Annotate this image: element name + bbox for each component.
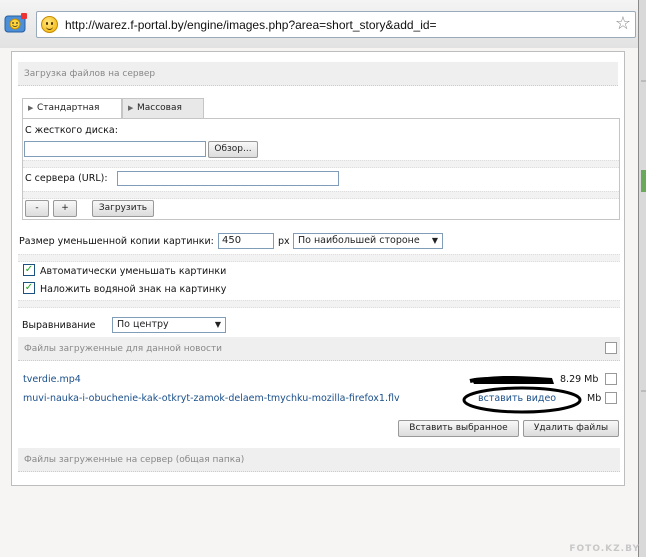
upload-tabs: ▶ Стандартная ▶ Массовая xyxy=(22,98,622,120)
browser-window: http://warez.f-portal.by/engine/images.p… xyxy=(0,0,639,557)
file-link[interactable]: tverdie.mp4 xyxy=(23,374,81,385)
divider xyxy=(18,254,620,262)
align-value: По центру xyxy=(117,319,169,330)
server-files-header: Файлы загруженные на сервер (общая папка… xyxy=(18,448,620,472)
watermark-label: Наложить водяной знак на картинку xyxy=(40,284,227,295)
watermark-checkbox[interactable]: ✓ xyxy=(23,282,35,294)
tab-arrow-icon: ▶ xyxy=(128,104,134,112)
insert-selected-button[interactable]: Вставить выбранное xyxy=(398,420,519,437)
thumb-side-value: По наибольшей стороне xyxy=(298,235,420,246)
files-header: Файлы загруженные для данной новости xyxy=(18,337,620,361)
align-select[interactable]: По центру ▼ xyxy=(112,317,226,333)
tab-standard[interactable]: ▶ Стандартная xyxy=(22,98,122,119)
upload-button[interactable]: Загрузить xyxy=(92,200,154,217)
thumb-unit: px xyxy=(278,236,290,247)
tab-mass[interactable]: ▶ Массовая xyxy=(122,98,204,118)
align-label: Выравнивание xyxy=(22,320,96,331)
minus-button[interactable]: - xyxy=(25,200,49,217)
auto-resize-checkbox[interactable]: ✓ xyxy=(23,264,35,276)
from-disk-label: С жесткого диска: xyxy=(25,125,118,136)
upload-header: Загрузка файлов на сервер xyxy=(18,62,618,86)
address-toolbar: http://warez.f-portal.by/engine/images.p… xyxy=(0,0,638,48)
site-favicon-icon xyxy=(4,13,27,33)
dropdown-arrow-icon: ▼ xyxy=(214,320,221,329)
from-server-label: С сервера (URL): xyxy=(25,173,108,184)
plus-button[interactable]: + xyxy=(53,200,77,217)
divider xyxy=(23,160,619,168)
file-input[interactable] xyxy=(24,141,206,157)
select-all-checkbox[interactable] xyxy=(605,342,617,354)
file-checkbox[interactable] xyxy=(605,392,617,404)
url-text: http://warez.f-portal.by/engine/images.p… xyxy=(65,18,437,32)
upload-panel: Загрузка файлов на сервер ▶ Стандартная … xyxy=(11,51,625,486)
thumb-size-label: Размер уменьшенной копии картинки: xyxy=(19,236,214,247)
upload-tab-content: С жесткого диска: Обзор... С сервера (UR… xyxy=(22,118,620,220)
tab-standard-label: Стандартная xyxy=(37,103,100,113)
auto-resize-label: Автоматически уменьшать картинки xyxy=(40,266,227,277)
url-input[interactable] xyxy=(117,171,339,186)
dropdown-arrow-icon: ▼ xyxy=(431,236,438,245)
browse-button[interactable]: Обзор... xyxy=(208,141,258,158)
tab-arrow-icon: ▶ xyxy=(28,104,34,112)
delete-files-button[interactable]: Удалить файлы xyxy=(523,420,619,437)
divider xyxy=(23,191,619,199)
thumb-size-input[interactable]: 450 xyxy=(218,233,274,249)
background-page-edge xyxy=(639,0,646,557)
divider xyxy=(18,300,620,308)
file-link[interactable]: muvi-nauka-i-obuchenie-kak-otkryt-zamok-… xyxy=(23,393,400,404)
bookmark-star-icon[interactable]: ☆ xyxy=(615,14,631,34)
file-checkbox[interactable] xyxy=(605,373,617,385)
tab-mass-label: Массовая xyxy=(137,103,182,113)
thumb-side-select[interactable]: По наибольшей стороне ▼ xyxy=(293,233,443,249)
smiley-icon xyxy=(41,16,58,33)
url-bar[interactable]: http://warez.f-portal.by/engine/images.p… xyxy=(36,11,636,38)
insert-video-link[interactable]: вставить видео xyxy=(478,393,556,404)
watermark-text: FOTO.KZ.BY xyxy=(569,544,640,554)
